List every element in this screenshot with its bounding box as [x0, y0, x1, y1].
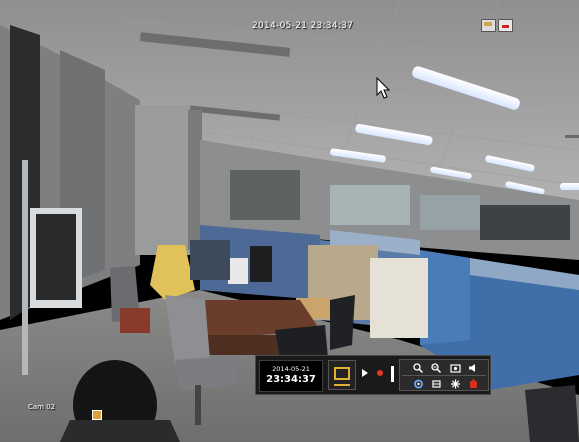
camera-status-icon [92, 410, 102, 420]
hdd-icon [481, 19, 496, 32]
zoom-in-icon[interactable] [412, 363, 425, 373]
ptz-icon[interactable] [412, 379, 425, 389]
record-button[interactable] [377, 370, 383, 376]
freeze-icon[interactable] [430, 379, 443, 389]
mouse-cursor-icon [376, 77, 390, 99]
live-control-toolbar: 2014-05-21 23:34:37 [255, 355, 491, 395]
audio-icon[interactable] [467, 363, 480, 373]
toolbar-datetime: 2014-05-21 23:34:37 [259, 360, 323, 392]
toolbar-icon-grid [399, 359, 489, 391]
play-button[interactable] [362, 369, 368, 377]
settings-icon[interactable] [449, 379, 462, 389]
osd-timestamp: 2014-05-21 23:34:37 [252, 21, 354, 31]
capture-icon[interactable] [449, 363, 462, 373]
toolbar-date: 2014-05-21 [272, 365, 310, 373]
recording-icon [498, 19, 513, 32]
volume-slider[interactable] [391, 366, 394, 382]
camera-label: Cam 02 [28, 403, 56, 411]
split-screen-icon [334, 367, 350, 380]
camera-view[interactable]: 2014-05-21 23:34:37 Cam 02 2014-05-21 23… [0, 0, 579, 442]
alarm-icon[interactable] [467, 379, 480, 389]
screen-split-button[interactable] [328, 360, 356, 390]
toolbar-time: 23:34:37 [266, 374, 316, 385]
zoom-out-icon[interactable] [430, 363, 443, 373]
